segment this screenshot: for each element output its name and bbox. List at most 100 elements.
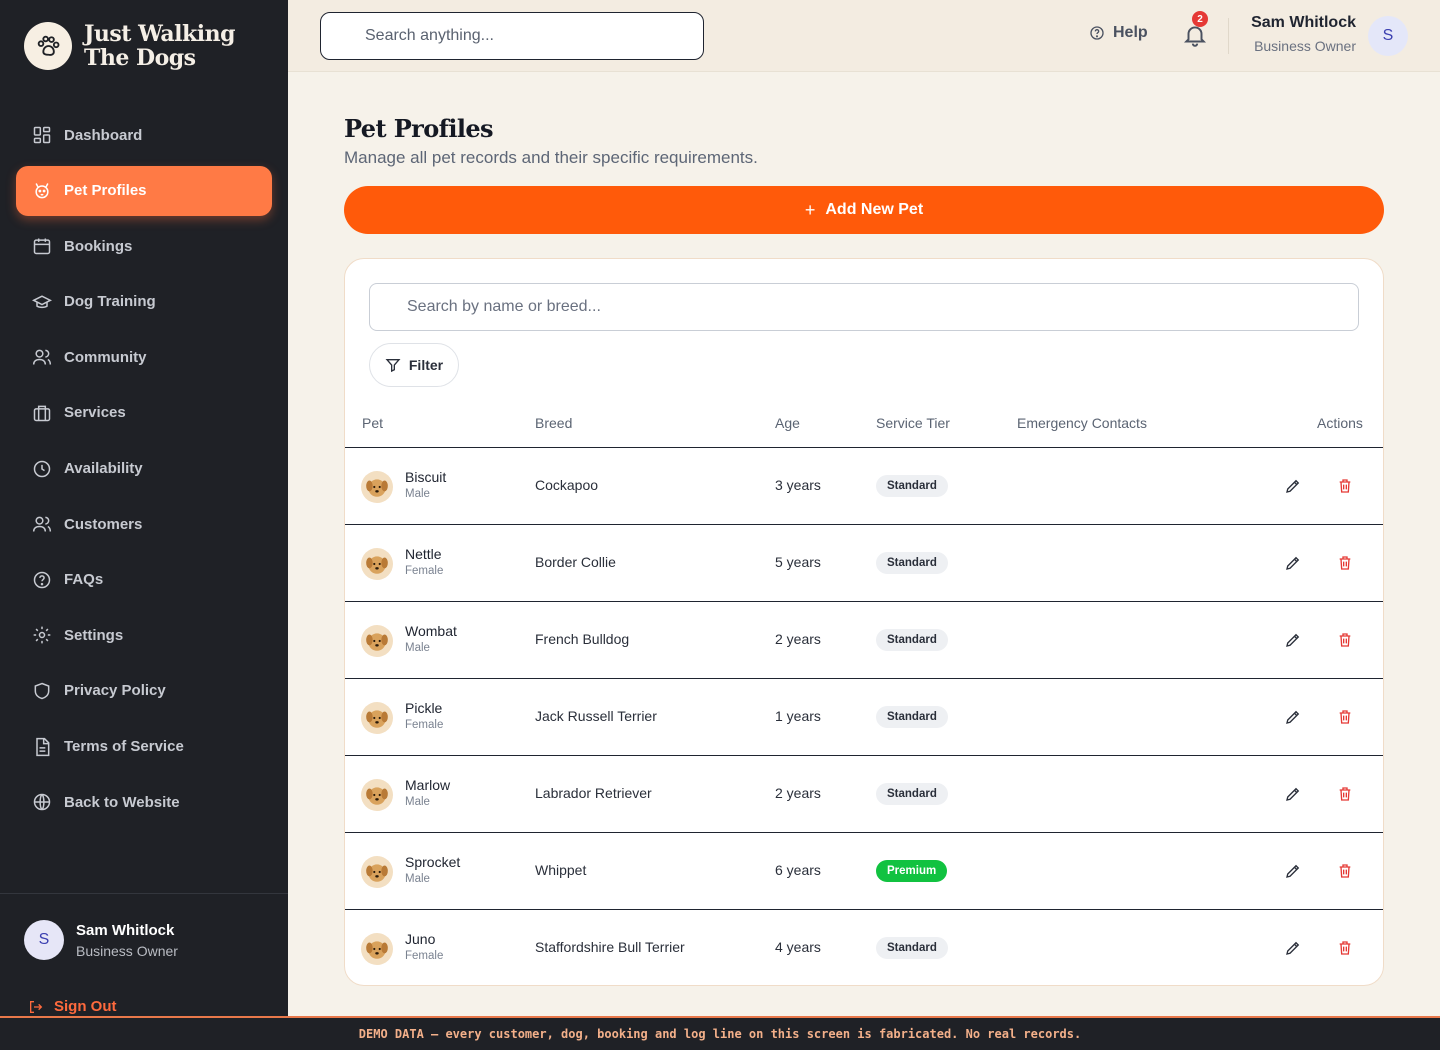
column-header-age[interactable]: Age bbox=[775, 415, 800, 431]
trash-icon[interactable] bbox=[1337, 477, 1353, 495]
clock-icon bbox=[33, 460, 51, 477]
pet-photo bbox=[361, 625, 393, 657]
trash-icon[interactable] bbox=[1337, 708, 1353, 726]
pet-name[interactable]: Sprocket bbox=[405, 854, 460, 870]
table-row[interactable]: Marlow Male Labrador Retriever 2 years Stand… bbox=[345, 756, 1383, 833]
pet-breed: Jack Russell Terrier bbox=[535, 708, 657, 724]
pet-gender: Female bbox=[405, 719, 444, 731]
edit-icon[interactable] bbox=[1284, 554, 1302, 572]
table-row[interactable]: Pickle Female Jack Russell Terrier 1 years S… bbox=[345, 679, 1383, 756]
avatar[interactable]: S bbox=[1368, 16, 1408, 56]
sidebar-item-dog-training[interactable]: Dog Training bbox=[16, 277, 272, 327]
paw-icon bbox=[35, 182, 49, 199]
pet-photo bbox=[361, 548, 393, 580]
sidebar-nav: Dashboard Pet Profiles Bookings Dog Trai… bbox=[16, 110, 272, 833]
demo-data-notice: DEMO DATA — every customer, dog, booking… bbox=[0, 1016, 1440, 1050]
filter-label: Filter bbox=[408, 357, 444, 373]
brand-line1: Just Walking bbox=[84, 21, 236, 47]
pet-age: 5 years bbox=[775, 554, 821, 570]
sidebar-item-bookings[interactable]: Bookings bbox=[16, 221, 272, 271]
sidebar-item-pet-profiles[interactable]: Pet Profiles bbox=[16, 165, 272, 216]
sidebar-item-label: Availability bbox=[64, 460, 143, 478]
header-user[interactable]: Sam Whitlock Business Owner bbox=[1251, 14, 1356, 54]
pet-photo bbox=[361, 856, 393, 888]
edit-icon[interactable] bbox=[1284, 631, 1302, 649]
calendar-icon bbox=[33, 238, 51, 255]
sidebar-item-faqs[interactable]: FAQs bbox=[16, 555, 272, 605]
pet-search-input[interactable]: Search by name or breed... bbox=[369, 283, 1359, 331]
pet-gender: Female bbox=[405, 565, 444, 577]
sidebar-item-availability[interactable]: Availability bbox=[16, 444, 272, 494]
sidebar-item-privacy-policy[interactable]: Privacy Policy bbox=[16, 666, 272, 716]
sidebar-item-label: Pet Profiles bbox=[64, 182, 147, 200]
pet-name[interactable]: Nettle bbox=[405, 546, 442, 562]
trash-icon[interactable] bbox=[1337, 554, 1353, 572]
column-header-service-tier[interactable]: Service Tier bbox=[876, 415, 950, 431]
search-input[interactable]: Search anything... bbox=[320, 12, 704, 60]
sidebar-item-services[interactable]: Services bbox=[16, 388, 272, 438]
trash-icon[interactable] bbox=[1337, 785, 1353, 803]
trash-icon[interactable] bbox=[1337, 631, 1353, 649]
document-icon bbox=[36, 737, 50, 756]
sidebar-user[interactable]: S Sam Whitlock Business Owner bbox=[24, 920, 178, 960]
pet-age: 2 years bbox=[775, 631, 821, 647]
sidebar-item-label: Dashboard bbox=[64, 126, 143, 144]
edit-icon[interactable] bbox=[1284, 939, 1302, 957]
brand[interactable]: Just Walking The Dogs bbox=[24, 21, 236, 71]
sidebar: Just Walking The Dogs Dashboard Pet Prof… bbox=[0, 0, 288, 1050]
sidebar-item-customers[interactable]: Customers bbox=[16, 499, 272, 549]
sidebar-item-community[interactable]: Community bbox=[16, 332, 272, 382]
sidebar-item-terms-of-service[interactable]: Terms of Service bbox=[16, 722, 272, 772]
filter-button[interactable]: Filter bbox=[369, 343, 459, 387]
sidebar-item-label: Terms of Service bbox=[64, 738, 184, 756]
edit-icon[interactable] bbox=[1284, 862, 1302, 880]
table-row[interactable]: Wombat Male French Bulldog 2 years Standard bbox=[345, 602, 1383, 679]
sidebar-item-label: Dog Training bbox=[64, 293, 156, 311]
table-row[interactable]: Biscuit Male Cockapoo 3 years Standard bbox=[345, 448, 1383, 525]
pet-name[interactable]: Biscuit bbox=[405, 469, 446, 485]
sign-out-button[interactable]: Sign Out bbox=[28, 998, 117, 1015]
pet-age: 3 years bbox=[775, 477, 821, 493]
sign-out-icon bbox=[30, 1000, 43, 1013]
pet-breed: French Bulldog bbox=[535, 631, 630, 647]
sidebar-item-settings[interactable]: Settings bbox=[16, 610, 272, 660]
briefcase-icon bbox=[33, 405, 51, 422]
column-header-emergency-contacts[interactable]: Emergency Contacts bbox=[1017, 415, 1147, 431]
pet-name[interactable]: Marlow bbox=[405, 777, 450, 793]
edit-icon[interactable] bbox=[1284, 785, 1302, 803]
pet-gender: Male bbox=[405, 873, 430, 885]
gear-icon bbox=[33, 627, 51, 644]
service-tier-badge: Standard bbox=[876, 706, 948, 728]
pet-name[interactable]: Juno bbox=[405, 931, 435, 947]
brand-line2: The Dogs bbox=[84, 45, 196, 71]
dashboard-icon bbox=[33, 126, 51, 144]
edit-icon[interactable] bbox=[1284, 477, 1302, 495]
column-header-pet[interactable]: Pet bbox=[362, 415, 383, 431]
table-row[interactable]: Sprocket Male Whippet 6 years Premium bbox=[345, 833, 1383, 910]
sidebar-item-back-to-website[interactable]: Back to Website bbox=[16, 777, 272, 827]
users-icon bbox=[32, 516, 52, 532]
edit-icon[interactable] bbox=[1284, 708, 1302, 726]
add-new-pet-button[interactable]: + Add New Pet bbox=[344, 186, 1384, 234]
pet-age: 4 years bbox=[775, 939, 821, 955]
sidebar-item-label: Customers bbox=[64, 515, 143, 533]
sidebar-divider bbox=[0, 893, 288, 894]
avatar: S bbox=[24, 920, 64, 960]
pet-name[interactable]: Wombat bbox=[405, 623, 457, 639]
sidebar-item-dashboard[interactable]: Dashboard bbox=[16, 110, 272, 160]
sidebar-item-label: Settings bbox=[64, 626, 124, 644]
shield-icon bbox=[34, 682, 50, 700]
pet-name[interactable]: Pickle bbox=[405, 700, 442, 716]
pet-gender: Male bbox=[405, 488, 430, 500]
pet-photo bbox=[361, 933, 393, 965]
table-row[interactable]: Nettle Female Border Collie 5 years Standard bbox=[345, 525, 1383, 602]
sign-out-label: Sign Out bbox=[54, 998, 117, 1015]
sidebar-item-label: Community bbox=[64, 348, 147, 366]
service-tier-badge: Standard bbox=[876, 629, 948, 651]
trash-icon[interactable] bbox=[1337, 939, 1353, 957]
help-button[interactable]: Help bbox=[1089, 24, 1148, 42]
trash-icon[interactable] bbox=[1337, 862, 1353, 880]
column-header-breed[interactable]: Breed bbox=[535, 415, 572, 431]
table-row[interactable]: Juno Female Staffordshire Bull Terrier 4 ye… bbox=[345, 910, 1383, 985]
brand-name: Just Walking The Dogs bbox=[84, 21, 236, 71]
